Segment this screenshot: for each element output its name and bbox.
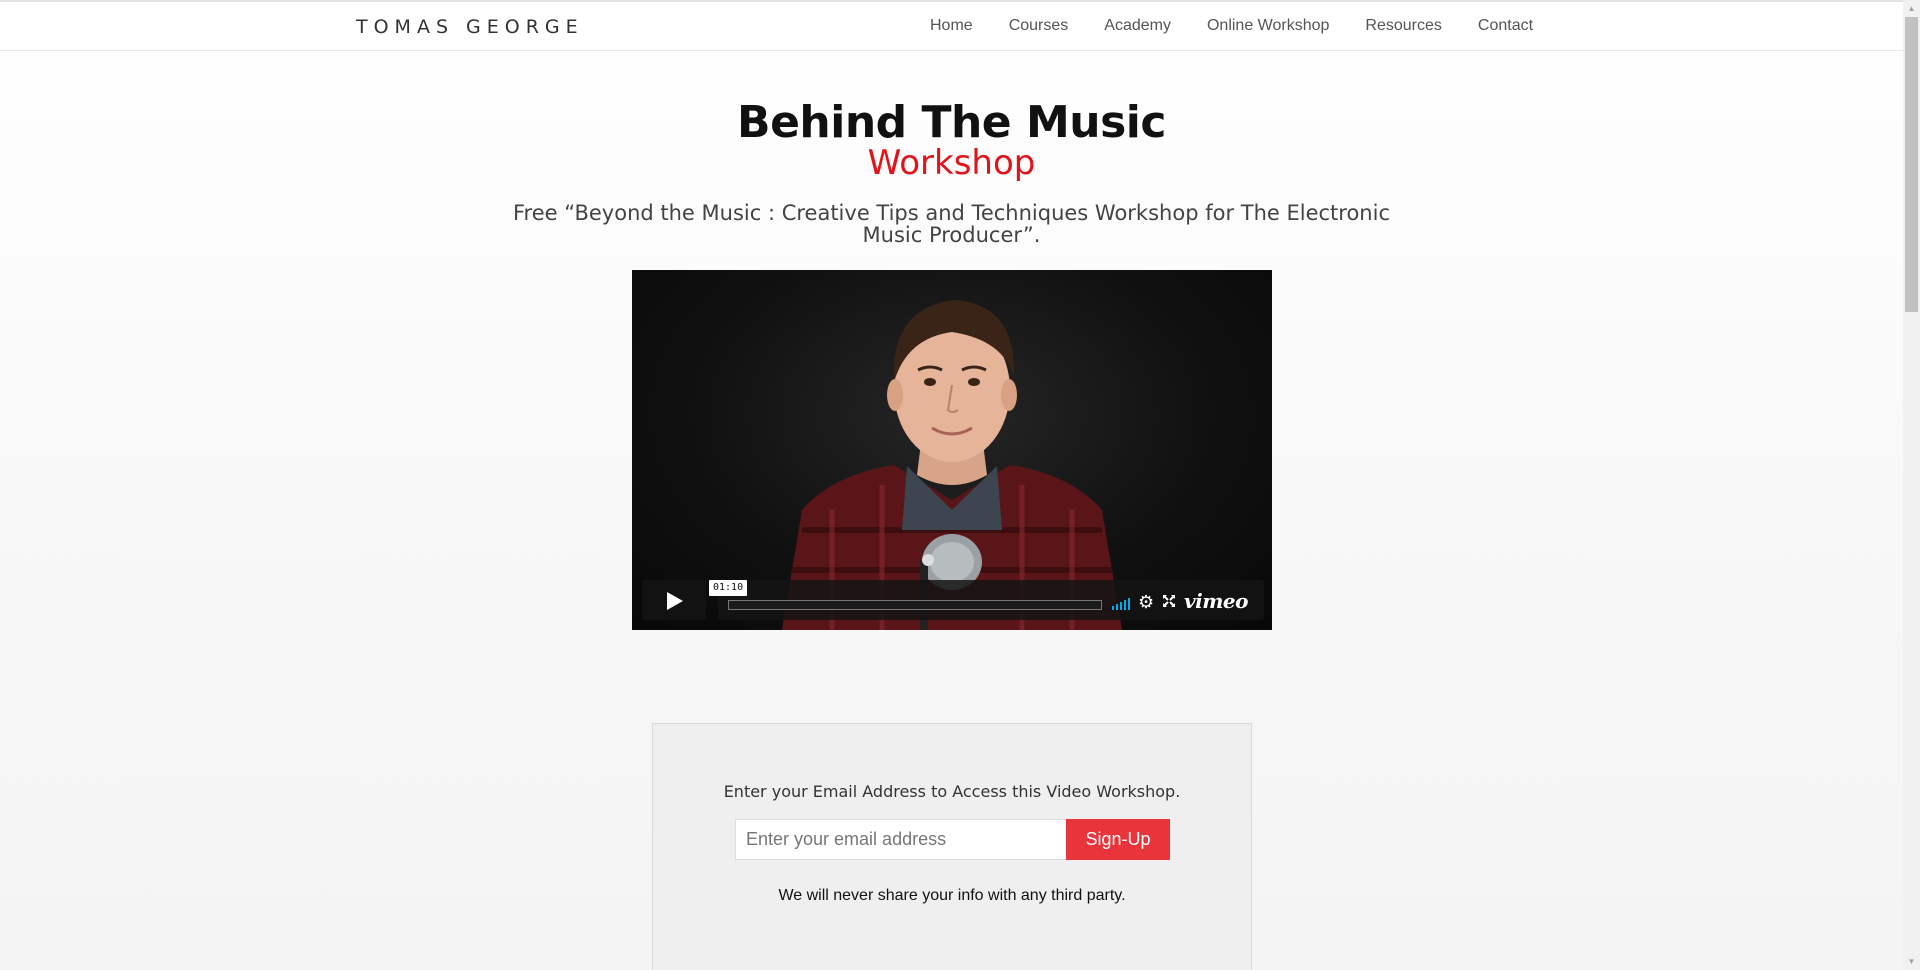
progress-bar[interactable] xyxy=(728,600,1102,610)
privacy-note: We will never share your info with any t… xyxy=(778,887,1126,904)
page-lead-text: Free “Beyond the Music : Creative Tips a… xyxy=(513,201,1390,247)
page-scrollbar[interactable]: ▲ ▼ xyxy=(1903,0,1920,970)
video-player[interactable]: ⚙ vimeo 01:10 xyxy=(632,270,1272,630)
site-header: TOMAS GEORGE Home Courses Academy Online… xyxy=(0,2,1903,51)
nav-contact[interactable]: Contact xyxy=(1478,17,1533,35)
nav-online-workshop[interactable]: Online Workshop xyxy=(1207,17,1329,35)
video-control-bar: ⚙ vimeo xyxy=(718,580,1264,620)
site-logo[interactable]: TOMAS GEORGE xyxy=(356,16,584,38)
play-button[interactable] xyxy=(642,580,706,620)
signup-button[interactable]: Sign-Up xyxy=(1066,819,1170,860)
nav-academy[interactable]: Academy xyxy=(1104,17,1171,35)
settings-gear-icon[interactable]: ⚙ xyxy=(1138,592,1154,613)
nav-courses[interactable]: Courses xyxy=(1009,17,1069,35)
volume-icon[interactable] xyxy=(1112,598,1134,610)
email-input[interactable] xyxy=(735,819,1067,860)
video-timestamp: 01:10 xyxy=(709,580,748,596)
main-nav: Home Courses Academy Online Workshop Res… xyxy=(930,17,1533,35)
vimeo-logo[interactable]: vimeo xyxy=(1184,589,1248,613)
scroll-up-arrow-icon[interactable]: ▲ xyxy=(1903,0,1920,17)
video-controls: ⚙ vimeo 01:10 xyxy=(632,270,1272,630)
nav-resources[interactable]: Resources xyxy=(1365,17,1441,35)
fullscreen-icon[interactable] xyxy=(1162,594,1176,608)
signup-box: Enter your Email Address to Access this … xyxy=(652,723,1252,970)
scroll-down-arrow-icon[interactable]: ▼ xyxy=(1903,953,1920,970)
signup-prompt: Enter your Email Address to Access this … xyxy=(723,782,1181,801)
page-subtitle: Workshop xyxy=(867,143,1036,183)
scrollbar-thumb[interactable] xyxy=(1905,17,1918,312)
nav-home[interactable]: Home xyxy=(930,17,973,35)
play-icon xyxy=(667,592,683,610)
page-title: Behind The Music xyxy=(737,97,1166,148)
